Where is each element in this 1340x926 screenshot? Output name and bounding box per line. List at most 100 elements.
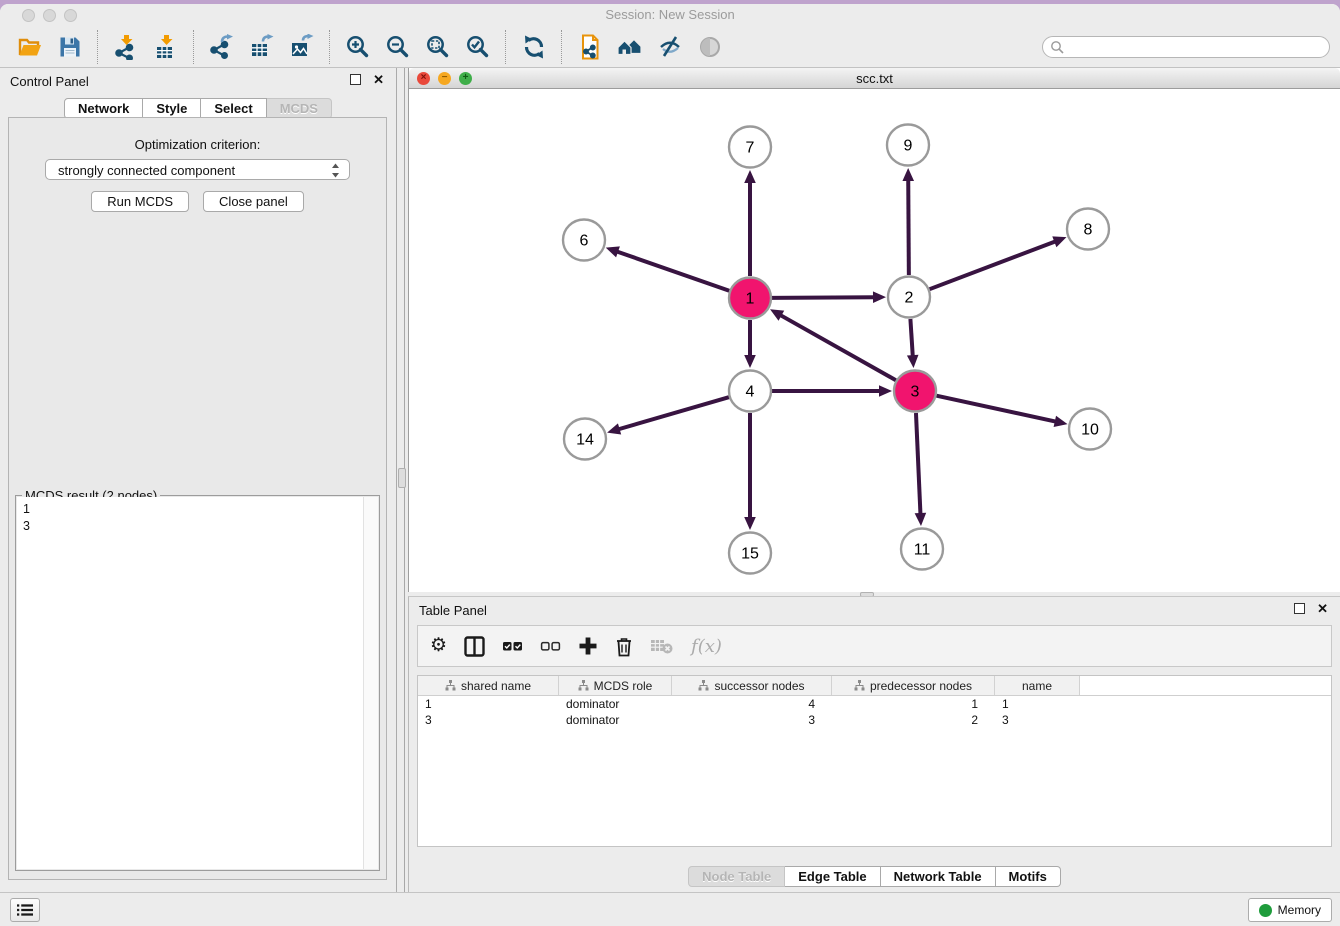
show-columns-button[interactable] [464, 636, 485, 657]
network-window-title: scc.txt [409, 71, 1340, 86]
toolbar-separator [193, 30, 195, 64]
optimization-criterion-select[interactable]: strongly connected component [45, 159, 350, 180]
show-graphics-details-button[interactable] [690, 29, 730, 65]
graph-node-8[interactable]: 8 [1067, 209, 1109, 250]
tab-mcds[interactable]: MCDS [267, 98, 332, 119]
import-network-button[interactable] [106, 29, 146, 65]
vertical-splitter[interactable] [397, 68, 408, 892]
table-row[interactable]: 1dominator411 [418, 696, 1331, 712]
apply-layout-button[interactable] [514, 29, 554, 65]
graph-edge-4-14[interactable] [618, 397, 729, 429]
delete-columns-button[interactable] [615, 636, 633, 657]
control-panel-float-button[interactable] [350, 74, 361, 85]
column-header-successor-nodes[interactable]: successor nodes [672, 676, 832, 695]
cell-name[interactable]: 1 [995, 697, 1080, 711]
delete-table-button[interactable] [650, 637, 674, 655]
cell-shared-name[interactable]: 3 [418, 713, 559, 727]
column-header-label: predecessor nodes [870, 679, 972, 693]
import-table-button[interactable] [146, 29, 186, 65]
select-all-button[interactable] [502, 639, 523, 653]
cell-mcds-role[interactable]: dominator [559, 697, 672, 711]
export-image-button[interactable] [282, 29, 322, 65]
mcds-result-item[interactable]: 1 [23, 501, 364, 518]
column-header-label: name [1022, 679, 1052, 693]
node-label: 6 [580, 233, 589, 250]
graph-edge-arrowhead [1054, 416, 1068, 427]
save-session-button[interactable] [50, 29, 90, 65]
status-bar: Memory [0, 892, 1340, 926]
tab-style[interactable]: Style [143, 98, 201, 119]
cell-mcds-role[interactable]: dominator [559, 713, 672, 727]
zoom-selected-button[interactable] [458, 29, 498, 65]
export-network-button[interactable] [202, 29, 242, 65]
vertical-splitter-handle[interactable] [398, 468, 406, 488]
zoom-fit-button[interactable] [418, 29, 458, 65]
close-panel-button[interactable]: Close panel [203, 191, 304, 212]
tab-edge-table[interactable]: Edge Table [785, 866, 880, 887]
tab-node-table[interactable]: Node Table [688, 866, 785, 887]
graph-node-14[interactable]: 14 [564, 419, 606, 460]
graph-edge-1-6[interactable] [616, 251, 729, 291]
graph-edge-1-2[interactable] [772, 297, 875, 298]
column-header-mcds-role[interactable]: MCDS role [559, 676, 672, 695]
column-header-name[interactable]: name [995, 676, 1080, 695]
node-label: 7 [746, 140, 755, 157]
column-header-shared-name[interactable]: shared name [418, 676, 559, 695]
graph-node-2[interactable]: 2 [888, 277, 930, 318]
first-neighbors-button[interactable] [610, 29, 650, 65]
tab-motifs[interactable]: Motifs [996, 866, 1061, 887]
export-table-button[interactable] [242, 29, 282, 65]
column-header-predecessor-nodes[interactable]: predecessor nodes [832, 676, 995, 695]
graph-edge-2-8[interactable] [930, 241, 1057, 289]
graph-node-6[interactable]: 6 [563, 220, 605, 261]
cell-name[interactable]: 3 [995, 713, 1080, 727]
tab-network-table[interactable]: Network Table [881, 866, 996, 887]
table-panel-float-button[interactable] [1294, 603, 1305, 614]
table-panel-tabs: Node TableEdge TableNetwork TableMotifs [409, 866, 1340, 887]
graph-edge-arrowhead [915, 513, 927, 526]
function-builder-button[interactable]: f(x) [691, 636, 722, 657]
export-network-icon [209, 34, 235, 60]
graph-node-1[interactable]: 1 [729, 278, 771, 319]
graph-node-11[interactable]: 11 [901, 529, 943, 570]
graph-node-3[interactable]: 3 [894, 371, 936, 412]
cell-shared-name[interactable]: 1 [418, 697, 559, 711]
graph-edge-3-10[interactable] [936, 396, 1056, 422]
graph-edge-2-3[interactable] [910, 319, 912, 357]
add-column-button[interactable] [578, 636, 598, 656]
cell-successor-nodes[interactable]: 3 [672, 713, 832, 727]
table-panel-close-button[interactable]: ✕ [1317, 603, 1328, 614]
graph-node-15[interactable]: 15 [729, 533, 771, 574]
open-file-button[interactable] [10, 29, 50, 65]
cell-successor-nodes[interactable]: 4 [672, 697, 832, 711]
memory-button[interactable]: Memory [1248, 898, 1332, 922]
graph-node-9[interactable]: 9 [887, 125, 929, 166]
cell-predecessor-nodes[interactable]: 2 [832, 713, 995, 727]
table-row[interactable]: 3dominator323 [418, 712, 1331, 728]
zoom-in-button[interactable] [338, 29, 378, 65]
graph-node-4[interactable]: 4 [729, 371, 771, 412]
mcds-result-scrollbar[interactable] [363, 497, 378, 869]
tab-select[interactable]: Select [201, 98, 266, 119]
search-input[interactable] [1069, 39, 1322, 55]
delete-table-icon [650, 637, 674, 655]
network-canvas[interactable]: 7 9 6 8 1 2 4 3 14 10 15 11 [409, 89, 1340, 592]
mcds-result-list[interactable]: 13 [17, 497, 364, 869]
graph-edge-3-11[interactable] [916, 413, 921, 515]
new-network-from-selection-button[interactable] [570, 29, 610, 65]
deselect-all-button[interactable] [540, 639, 561, 653]
graph-edge-2-9[interactable] [908, 179, 909, 275]
zoom-out-button[interactable] [378, 29, 418, 65]
graph-node-7[interactable]: 7 [729, 127, 771, 168]
control-panel-close-button[interactable]: ✕ [373, 74, 384, 85]
cell-predecessor-nodes[interactable]: 1 [832, 697, 995, 711]
table-options-button[interactable]: ⚙ [430, 636, 447, 656]
hide-graphics-details-button[interactable] [650, 29, 690, 65]
run-mcds-button[interactable]: Run MCDS [91, 191, 189, 212]
mcds-result-item[interactable]: 3 [23, 518, 364, 535]
panel-list-button[interactable] [10, 898, 40, 922]
graph-node-10[interactable]: 10 [1069, 409, 1111, 450]
graph-edge-3-1[interactable] [780, 315, 896, 381]
tab-network[interactable]: Network [64, 98, 143, 119]
new-network-from-selection-icon [577, 34, 603, 60]
